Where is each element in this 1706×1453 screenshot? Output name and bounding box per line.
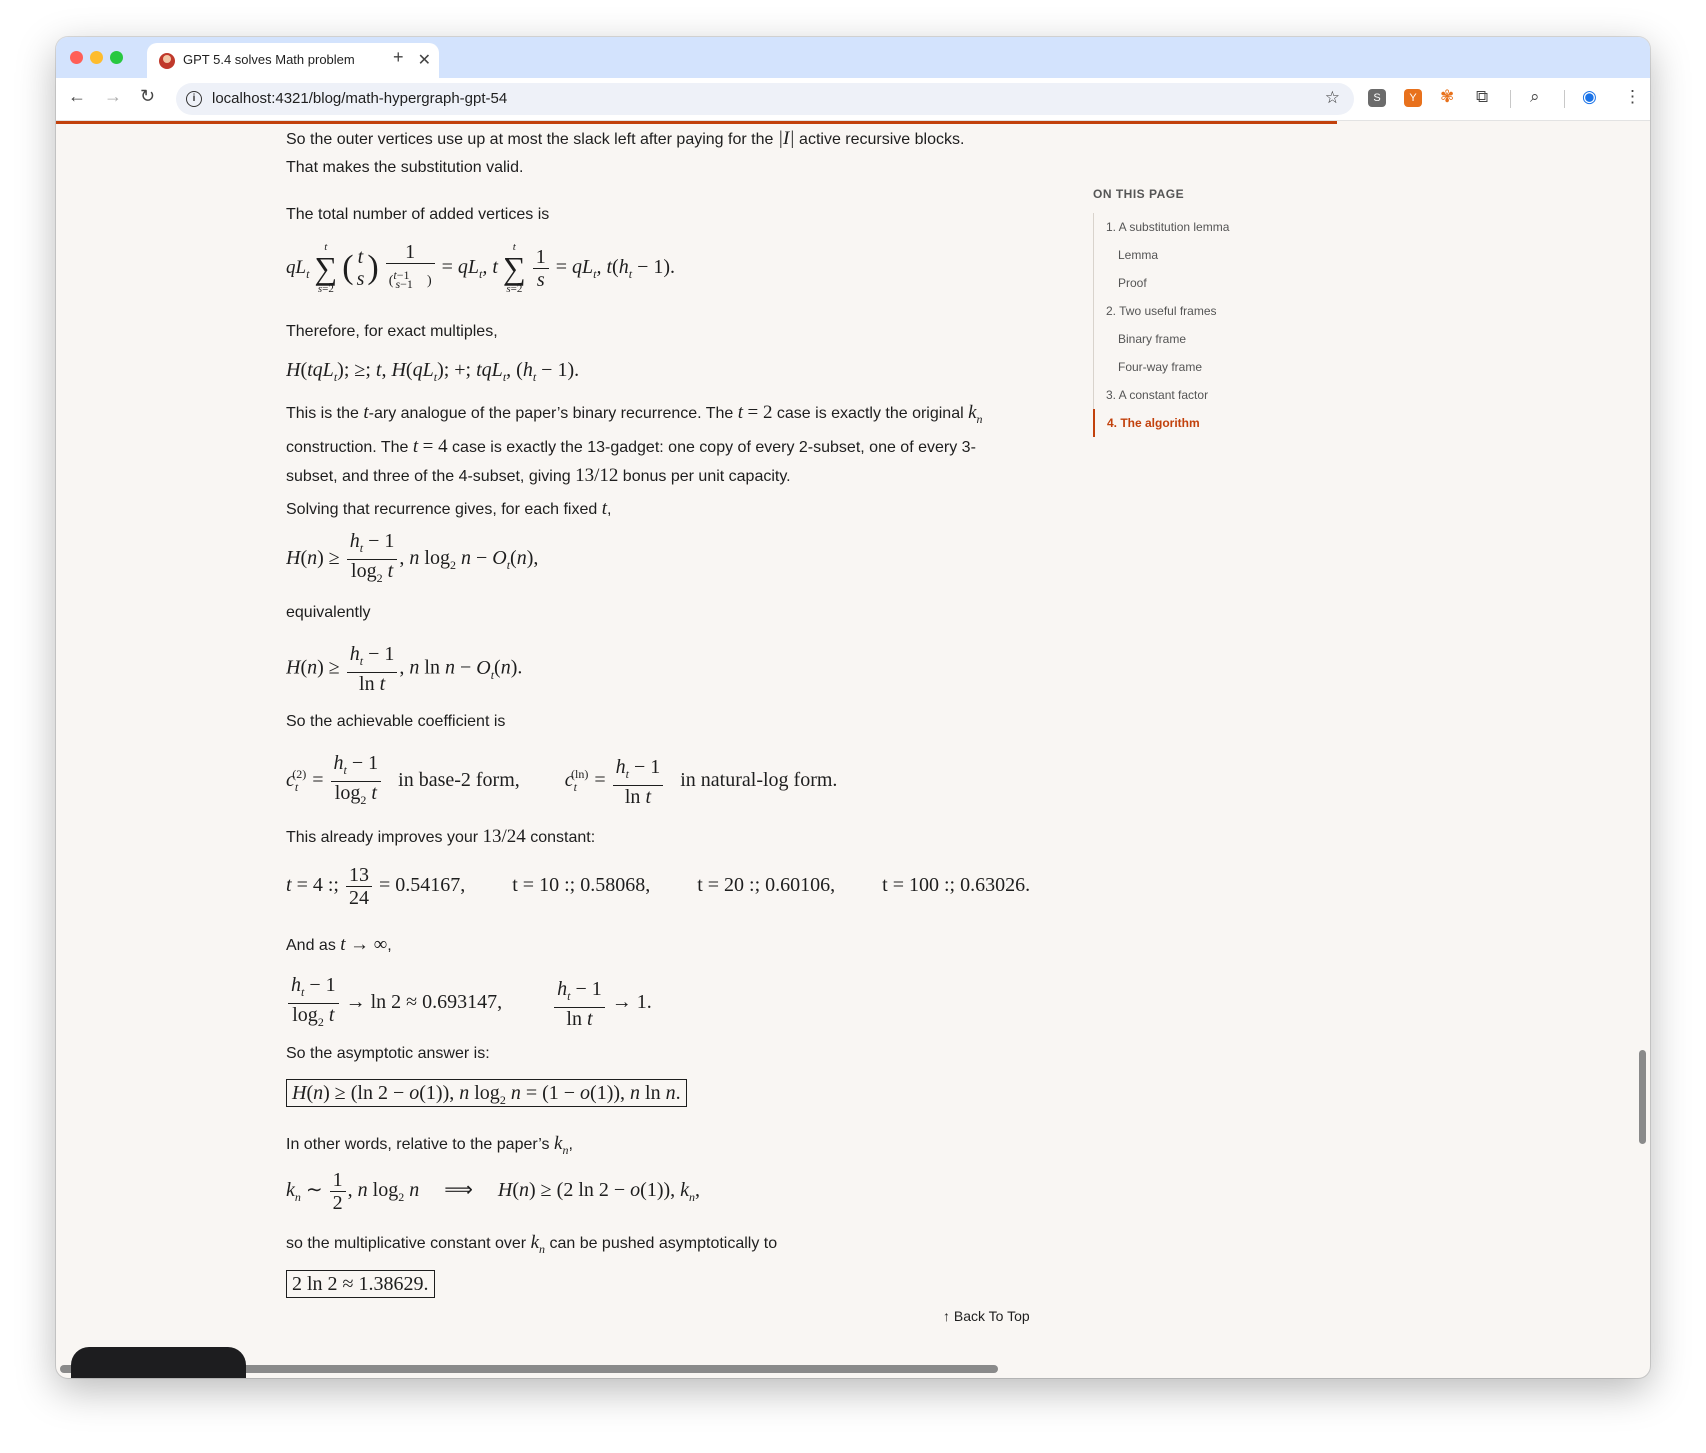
paragraph: So the asymptotic answer is:	[286, 1045, 490, 1062]
maximize-window-button[interactable]	[110, 51, 123, 64]
arrow-up-icon: ↑	[943, 1308, 950, 1324]
paragraph: Therefore, for exact multiples,	[286, 323, 498, 340]
browser-window: GPT 5.4 solves Math problem ✕ + ← → ↻ i …	[56, 37, 1650, 1378]
paragraph: So the outer vertices use up at most the…	[286, 128, 965, 176]
back-arrow-icon[interactable]: ←	[68, 86, 86, 107]
menu-kebab-icon[interactable]: ⋮	[1624, 87, 1641, 107]
paragraph: In other words, relative to the paper’s …	[286, 1133, 573, 1157]
math-display-recurrence: H(tqLt); ≥; t, H(qLt); +; tqLt, (ht − 1)…	[286, 359, 580, 384]
paragraph: And as t → ∞,	[286, 934, 392, 955]
back-to-top-link[interactable]: ↑ Back To Top	[943, 1308, 1030, 1324]
paragraph: The total number of added vertices is	[286, 206, 550, 223]
toc-item-two-useful-frames[interactable]: 2. Two useful frames	[1094, 297, 1323, 325]
url-text[interactable]: localhost:4321/blog/math-hypergraph-gpt-…	[212, 90, 507, 107]
paragraph: This already improves your 13/24 constan…	[286, 826, 596, 847]
table-of-contents: ON THIS PAGE 1. A substitution lemma Lem…	[1093, 187, 1323, 437]
toc-item-lemma[interactable]: Lemma	[1094, 241, 1323, 269]
math-display-coefficient: ct(2) = ht − 1 log2 t in base-2 form, ct(l…	[286, 752, 838, 808]
paragraph: Solving that recurrence gives, for each …	[286, 498, 612, 519]
vertical-scrollbar[interactable]	[1639, 1050, 1646, 1144]
tab-search-icon[interactable]: ⌕	[1530, 87, 1540, 107]
profile-avatar-icon[interactable]: ◉	[1582, 87, 1597, 107]
toc-item-four-way-frame[interactable]: Four-way frame	[1094, 353, 1323, 381]
math-display-limits: ht − 1 log2 t → ln 2 ≈ 0.693147, ht − 1 ln…	[286, 974, 652, 1033]
paragraph: equivalently	[286, 604, 371, 621]
forward-arrow-icon[interactable]: →	[104, 86, 122, 107]
toolbar-divider	[1510, 90, 1511, 108]
browser-toolbar: ← → ↻ i localhost:4321/blog/math-hypergr…	[56, 78, 1650, 121]
extensions-puzzle-icon[interactable]: ⧉	[1476, 87, 1488, 107]
paragraph: This is the t-ary analogue of the paper’…	[286, 402, 983, 486]
extension-y-icon[interactable]: Y	[1404, 89, 1422, 107]
extension-s-icon[interactable]: S	[1368, 89, 1386, 107]
article-content: So the outer vertices use up at most the…	[286, 125, 1066, 1365]
extension-flower-icon[interactable]: ✾	[1440, 87, 1454, 107]
tab-close-icon[interactable]: ✕	[418, 50, 431, 70]
math-display-final: 2 ln 2 ≈ 1.38629.	[286, 1270, 435, 1298]
tab-favicon-icon	[159, 53, 175, 69]
math-display-bound-ln: H(n) ≥ ht − 1 ln t, n ln n − Ot(n).	[286, 643, 523, 695]
math-display-values: t = 4 :; 13 24 = 0.54167, t = 10 :; 0.580…	[286, 864, 1031, 909]
site-info-icon[interactable]: i	[186, 91, 202, 107]
toc-list: 1. A substitution lemma Lemma Proof 2. T…	[1093, 213, 1323, 437]
math-display-answer: H(n) ≥ (ln 2 − o(1)), n log2 n = (1 − o(…	[286, 1079, 687, 1108]
toc-item-substitution-lemma[interactable]: 1. A substitution lemma	[1094, 213, 1323, 241]
reading-progress-bar	[56, 121, 1337, 124]
math-display-bound-log2: H(n) ≥ ht − 1 log2 t, n log2 n − Ot(n),	[286, 530, 539, 585]
toc-item-proof[interactable]: Proof	[1094, 269, 1323, 297]
toc-item-binary-frame[interactable]: Binary frame	[1094, 325, 1323, 353]
toc-item-constant-factor[interactable]: 3. A constant factor	[1094, 381, 1323, 409]
tab-title: GPT 5.4 solves Math problem	[183, 52, 355, 67]
toolbar-divider	[1564, 90, 1565, 108]
tab-strip: GPT 5.4 solves Math problem ✕ +	[56, 37, 1650, 78]
math-display-kn: kn ∼ 12, n log2 n ⟹ H(n) ≥ (2 ln 2 − o(1…	[286, 1169, 701, 1214]
math-display-sum: qLt t ∑ s=2 (t s) 1 (t−1s−1) = qLt, t t ∑ s=2 …	[286, 241, 676, 296]
reload-icon[interactable]: ↻	[140, 86, 155, 107]
toc-heading: ON THIS PAGE	[1093, 187, 1185, 201]
floating-dock	[71, 1347, 246, 1378]
paragraph: So the achievable coefficient is	[286, 713, 506, 730]
paragraph: so the multiplicative constant over kn c…	[286, 1232, 778, 1256]
close-window-button[interactable]	[70, 51, 83, 64]
toc-item-the-algorithm[interactable]: 4. The algorithm	[1093, 409, 1323, 437]
bookmark-star-icon[interactable]: ☆	[1325, 88, 1340, 108]
minimize-window-button[interactable]	[90, 51, 103, 64]
address-bar[interactable]: i localhost:4321/blog/math-hypergraph-gp…	[176, 83, 1354, 115]
new-tab-button[interactable]: +	[393, 47, 404, 68]
